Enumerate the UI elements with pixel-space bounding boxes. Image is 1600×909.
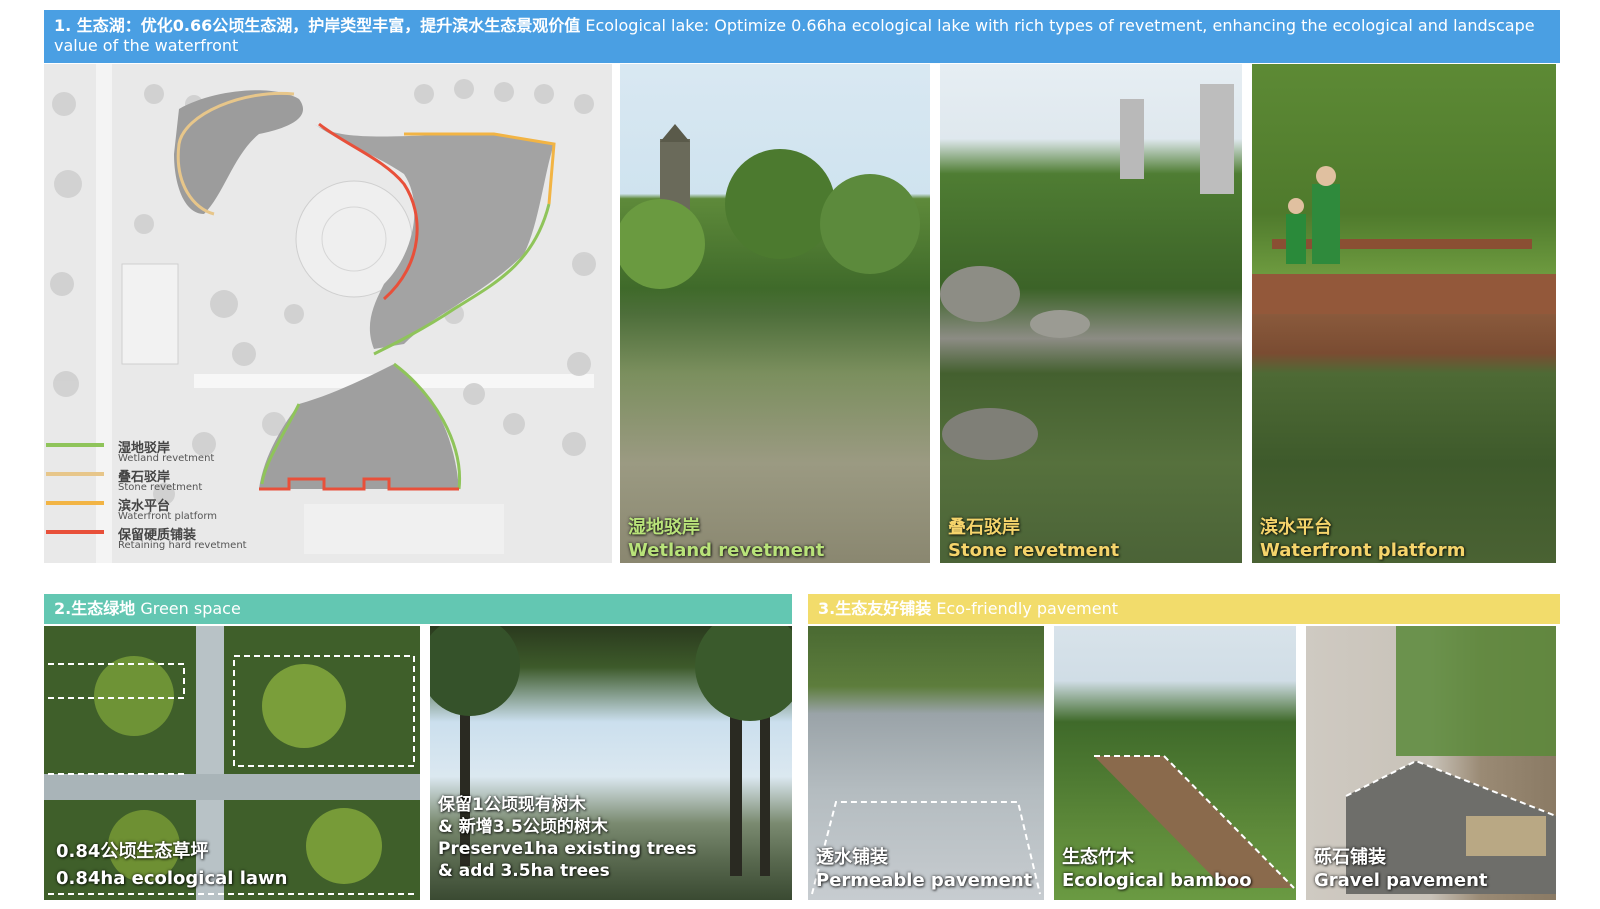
photo-caption: 叠石驳岸 Stone revetment [948, 516, 1119, 562]
caption-en: Wetland revetment [628, 540, 825, 561]
caption-zh: 生态竹木 [1062, 847, 1134, 868]
caption-line-2: 0.84ha ecological lawn [56, 868, 288, 889]
platform-people [1252, 166, 1556, 314]
photo-caption: 生态竹木 Ecological bamboo [1062, 846, 1252, 892]
caption-zh: 叠石驳岸 [948, 517, 1020, 538]
photo-ecological-lawn: 0.84公顷生态草坪 0.84ha ecological lawn [44, 626, 420, 900]
section-3-title-banner: 3.生态友好铺装 Eco-friendly pavement [808, 594, 1560, 624]
section-1-title-banner: 1. 生态湖：优化0.66公顷生态湖，护岸类型丰富，提升滨水生态景观价值 Eco… [44, 10, 1560, 63]
photo-stone-revetment: 叠石驳岸 Stone revetment [940, 64, 1242, 563]
caption-zh: 滨水平台 [1260, 517, 1332, 538]
site-plan-map: 湿地驳岸 Wetland revetment 叠石驳岸 Stone revetm… [44, 64, 612, 563]
photo-caption: 0.84公顷生态草坪 0.84ha ecological lawn [56, 840, 288, 890]
legend-label-en: Wetland revetment [118, 453, 215, 464]
photo-caption: 滨水平台 Waterfront platform [1260, 516, 1465, 562]
section-3-title-zh: 3.生态友好铺装 [818, 599, 932, 618]
caption-line-1: 0.84公顷生态草坪 [56, 841, 209, 862]
caption-line-3: Preserve1ha existing trees [438, 839, 697, 859]
caption-line-4: & add 3.5ha trees [438, 861, 610, 881]
caption-zh: 砾石铺装 [1314, 847, 1386, 868]
legend-swatch [46, 472, 104, 476]
legend-label-en: Stone revetment [118, 482, 203, 493]
legend-swatch [46, 443, 104, 447]
stones-and-buildings [940, 84, 1234, 460]
section-2-title-zh: 2.生态绿地 [54, 599, 136, 618]
photo-wetland-revetment: 湿地驳岸 Wetland revetment [620, 64, 930, 563]
photo-caption: 保留1公顷现有树木 & 新增3.5公顷的树木 Preserve1ha exist… [438, 794, 697, 882]
photo-caption: 透水铺装 Permeable pavement [816, 846, 1032, 892]
caption-zh: 湿地驳岸 [628, 517, 700, 538]
legend-label-en: Retaining hard revetment [118, 540, 247, 551]
caption-zh: 透水铺装 [816, 847, 888, 868]
caption-en: Stone revetment [948, 540, 1120, 561]
section-3-title-en: Eco-friendly pavement [936, 599, 1118, 618]
section-1-title-zh: 1. 生态湖：优化0.66公顷生态湖，护岸类型丰富，提升滨水生态景观价值 [54, 16, 581, 35]
section-2-title-en: Green space [140, 599, 241, 618]
photo-ecological-bamboo: 生态竹木 Ecological bamboo [1054, 626, 1296, 900]
caption-line-1: 保留1公顷现有树木 [438, 795, 586, 815]
section-2-title-banner: 2.生态绿地 Green space [44, 594, 792, 624]
photo-waterfront-platform: 滨水平台 Waterfront platform [1252, 64, 1556, 563]
pagoda-silhouette [620, 124, 920, 289]
photo-preserved-trees: 保留1公顷现有树木 & 新增3.5公顷的树木 Preserve1ha exist… [430, 626, 792, 900]
photo-caption: 湿地驳岸 Wetland revetment [628, 516, 824, 562]
photo-gravel-pavement: 砾石铺装 Gravel pavement [1306, 626, 1556, 900]
photo-caption: 砾石铺装 Gravel pavement [1314, 846, 1488, 892]
caption-en: Permeable pavement [816, 870, 1033, 891]
caption-en: Ecological bamboo [1062, 870, 1252, 891]
photo-permeable-pavement: 透水铺装 Permeable pavement [808, 626, 1044, 900]
caption-en: Gravel pavement [1314, 870, 1488, 891]
legend-label-en: Waterfront platform [118, 511, 218, 522]
caption-line-2: & 新增3.5公顷的树木 [438, 817, 608, 837]
legend-swatch [46, 530, 104, 534]
legend-swatch [46, 501, 104, 505]
caption-en: Waterfront platform [1260, 540, 1466, 561]
